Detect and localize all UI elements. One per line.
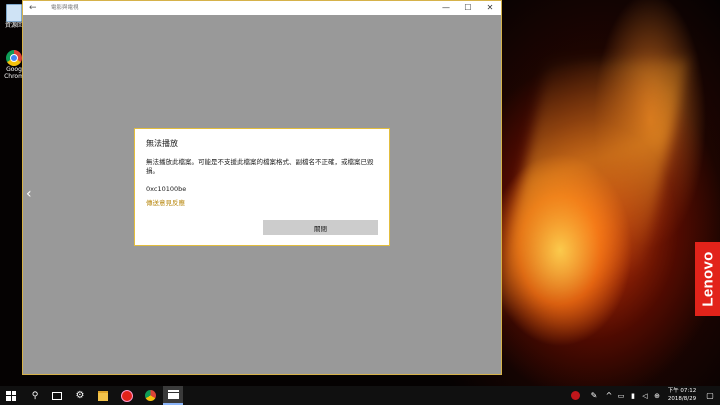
error-code: 0xc10100be xyxy=(146,185,187,193)
dialog-message: 無法播放此檔案。可能是不支援此檔案的檔案格式、副檔名不正確，或檔案已毀損。 xyxy=(146,158,374,175)
show-hidden-icons-chevron-icon[interactable]: ^ xyxy=(604,386,614,405)
chrome-icon xyxy=(144,390,156,401)
settings-gear-icon[interactable]: ⚙ xyxy=(73,386,87,405)
previous-chevron-icon[interactable]: ‹ xyxy=(26,187,32,201)
clock-date: 2018/8/29 xyxy=(667,396,697,402)
start-button[interactable] xyxy=(4,386,18,405)
window-titlebar[interactable]: ← 電影與電視 — ☐ ✕ xyxy=(23,1,501,15)
back-arrow-icon[interactable]: ← xyxy=(29,2,37,14)
network-icon[interactable]: ▭ xyxy=(616,386,626,405)
error-dialog: 無法播放 無法播放此檔案。可能是不支援此檔案的檔案格式、副檔名不正確，或檔案已毀… xyxy=(134,128,390,246)
clock-time: 下午 07:12 xyxy=(667,388,697,394)
record-icon xyxy=(121,389,133,402)
chrome-icon xyxy=(6,50,22,66)
lenovo-badge: Lenovo xyxy=(695,242,720,316)
chrome-taskbar-button[interactable] xyxy=(143,386,157,405)
file-explorer-button[interactable] xyxy=(96,386,110,405)
recycle-bin-icon xyxy=(6,4,22,22)
notification-center-icon[interactable]: ▢ xyxy=(704,386,716,405)
windows-logo-icon xyxy=(6,390,16,401)
folder-icon xyxy=(98,390,108,401)
tray-red-icon xyxy=(570,391,580,400)
taskbar-clock[interactable]: 下午 07:12 2018/8/29 xyxy=(664,387,700,403)
close-window-button[interactable]: ✕ xyxy=(479,1,501,15)
movies-tv-taskbar-button[interactable] xyxy=(163,386,183,405)
task-view-button[interactable] xyxy=(50,386,64,405)
taskbar: ⚲ ⚙ ✎ ^ ▭ ▮ ◁ ⊕ 下午 07:12 2018/8/29 ▢ xyxy=(0,386,720,405)
input-method-icon[interactable]: ⊕ xyxy=(652,386,662,405)
maximize-button[interactable]: ☐ xyxy=(457,1,479,15)
send-feedback-link[interactable]: 傳送意見反應 xyxy=(146,197,185,207)
window-title: 電影與電視 xyxy=(51,5,79,11)
tray-app-button[interactable] xyxy=(568,386,582,405)
dialog-title: 無法播放 xyxy=(146,139,178,148)
minimize-button[interactable]: — xyxy=(435,1,457,15)
pen-workspace-icon[interactable]: ✎ xyxy=(588,386,600,405)
task-view-icon xyxy=(52,391,62,400)
lenovo-logo-text: Lenovo xyxy=(699,251,716,307)
search-icon[interactable]: ⚲ xyxy=(28,386,42,405)
dialog-close-button[interactable]: 關閉 xyxy=(263,220,378,235)
clapperboard-icon xyxy=(167,390,179,399)
volume-icon[interactable]: ◁ xyxy=(640,386,650,405)
recorder-app-button[interactable] xyxy=(120,386,134,405)
wallpaper-flame xyxy=(492,60,688,320)
battery-icon[interactable]: ▮ xyxy=(628,386,638,405)
